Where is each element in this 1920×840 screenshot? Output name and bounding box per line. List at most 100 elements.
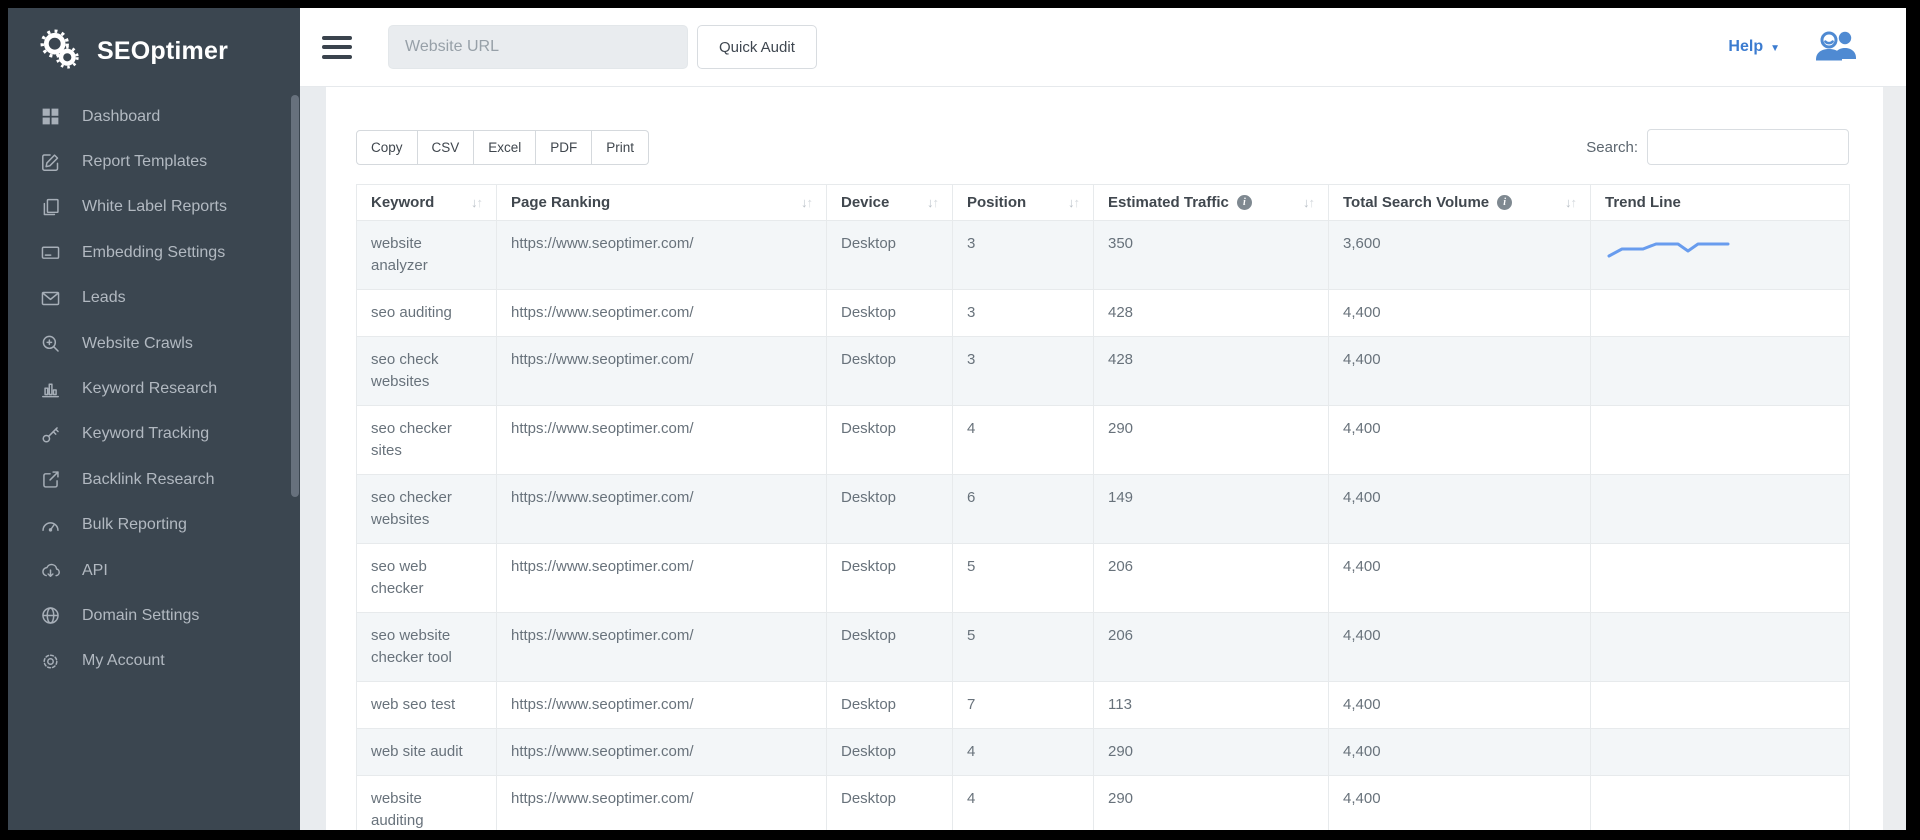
hamburger-menu-icon[interactable] [322, 36, 352, 59]
sort-icon: ↓↑ [1295, 195, 1314, 210]
sidebar-item-domain-settings[interactable]: Domain Settings [8, 593, 300, 638]
sidebar-item-report-templates[interactable]: Report Templates [8, 139, 300, 184]
info-icon[interactable]: i [1497, 195, 1512, 210]
export-print-button[interactable]: Print [592, 130, 649, 165]
gauge-icon [39, 514, 61, 536]
cell-position: 5 [953, 613, 1094, 682]
cell-page: https://www.seoptimer.com/ [497, 475, 827, 544]
cell-page: https://www.seoptimer.com/ [497, 337, 827, 406]
sidebar-item-white-label-reports[interactable]: White Label Reports [8, 185, 300, 230]
column-header-keyword[interactable]: Keyword↓↑ [357, 185, 497, 221]
cell-device: Desktop [827, 221, 953, 290]
sidebar-item-api[interactable]: API [8, 548, 300, 593]
table-row: web site audithttps://www.seoptimer.com/… [357, 729, 1850, 776]
topbar: Quick Audit Help ▼ [300, 8, 1906, 87]
column-header-device[interactable]: Device↓↑ [827, 185, 953, 221]
sidebar-item-label: API [82, 562, 108, 580]
cell-device: Desktop [827, 290, 953, 337]
sidebar-item-my-account[interactable]: My Account [8, 639, 300, 684]
sidebar-item-leads[interactable]: Leads [8, 276, 300, 321]
right-scrollbar-track[interactable] [1883, 87, 1906, 830]
sidebar-item-label: Leads [82, 289, 126, 307]
cell-traffic: 290 [1094, 729, 1329, 776]
column-header-position[interactable]: Position↓↑ [953, 185, 1094, 221]
sidebar-item-embedding-settings[interactable]: Embedding Settings [8, 230, 300, 275]
cell-position: 6 [953, 475, 1094, 544]
sidebar-item-keyword-research[interactable]: Keyword Research [8, 366, 300, 411]
cell-traffic: 113 [1094, 682, 1329, 729]
sidebar-item-label: Keyword Research [82, 380, 217, 398]
column-header-trend-line: Trend Line [1591, 185, 1850, 221]
cell-keyword: web site audit [357, 729, 497, 776]
sidebar-item-bulk-reporting[interactable]: Bulk Reporting [8, 503, 300, 548]
cell-position: 7 [953, 682, 1094, 729]
cell-position: 3 [953, 337, 1094, 406]
cell-keyword: seo checker websites [357, 475, 497, 544]
website-url-input[interactable] [388, 25, 688, 69]
content-area: CopyCSVExcelPDFPrint Search: Keyword↓↑Pa… [300, 87, 1906, 830]
column-label: Position [967, 194, 1026, 211]
copy-icon [39, 196, 61, 218]
sidebar-item-backlink-research[interactable]: Backlink Research [8, 457, 300, 502]
gear-icon [39, 650, 61, 672]
sidebar-item-label: Embedding Settings [82, 244, 225, 262]
column-header-total-search-volume[interactable]: Total Search Volumei↓↑ [1329, 185, 1591, 221]
cell-traffic: 149 [1094, 475, 1329, 544]
cell-device: Desktop [827, 682, 953, 729]
sidebar-item-label: Bulk Reporting [82, 516, 187, 534]
table-row: seo checker websiteshttps://www.seoptime… [357, 475, 1850, 544]
envelope-icon [39, 287, 61, 309]
external-link-icon [39, 469, 61, 491]
export-csv-button[interactable]: CSV [418, 130, 475, 165]
help-menu[interactable]: Help ▼ [1728, 38, 1780, 56]
table-body: website analyzerhttps://www.seoptimer.co… [357, 221, 1850, 831]
column-label: Trend Line [1605, 194, 1681, 211]
cloud-download-icon [39, 560, 61, 582]
help-label: Help [1728, 38, 1763, 56]
search-input[interactable] [1647, 129, 1849, 165]
left-scrollbar-track[interactable] [300, 87, 326, 830]
table-row: seo auditinghttps://www.seoptimer.com/De… [357, 290, 1850, 337]
cell-device: Desktop [827, 544, 953, 613]
quick-audit-button[interactable]: Quick Audit [697, 25, 817, 69]
cell-volume: 4,400 [1329, 544, 1591, 613]
sort-icon: ↓↑ [793, 195, 812, 210]
cell-device: Desktop [827, 337, 953, 406]
cell-position: 3 [953, 290, 1094, 337]
column-header-page-ranking[interactable]: Page Ranking ↓↑ [497, 185, 827, 221]
cell-device: Desktop [827, 776, 953, 831]
search-label: Search: [1586, 139, 1638, 156]
export-copy-button[interactable]: Copy [356, 130, 418, 165]
cell-keyword: website auditing [357, 776, 497, 831]
sidebar-item-dashboard[interactable]: Dashboard [8, 94, 300, 139]
sidebar-scrollbar-thumb[interactable] [291, 95, 299, 497]
table-row: web seo testhttps://www.seoptimer.com/De… [357, 682, 1850, 729]
cell-trend [1591, 613, 1850, 682]
cell-traffic: 290 [1094, 406, 1329, 475]
table-row: seo website checker toolhttps://www.seop… [357, 613, 1850, 682]
sidebar-item-website-crawls[interactable]: Website Crawls [8, 321, 300, 366]
cell-page: https://www.seoptimer.com/ [497, 544, 827, 613]
sidebar-item-keyword-tracking[interactable]: Keyword Tracking [8, 412, 300, 457]
cell-traffic: 206 [1094, 613, 1329, 682]
edit-icon [39, 151, 61, 173]
cell-traffic: 206 [1094, 544, 1329, 613]
account-users-icon[interactable] [1814, 27, 1860, 67]
cell-volume: 4,400 [1329, 337, 1591, 406]
table-header-row: Keyword↓↑Page Ranking↓↑Device↓↑Position↓… [357, 185, 1850, 221]
info-icon[interactable]: i [1237, 195, 1252, 210]
cell-page: https://www.seoptimer.com/ [497, 682, 827, 729]
cell-device: Desktop [827, 406, 953, 475]
export-pdf-button[interactable]: PDF [536, 130, 592, 165]
export-button-group: CopyCSVExcelPDFPrint [356, 130, 649, 165]
trend-sparkline [1605, 236, 1735, 262]
cell-position: 4 [953, 729, 1094, 776]
column-label: Page Ranking [511, 194, 610, 211]
export-excel-button[interactable]: Excel [474, 130, 536, 165]
cell-volume: 4,400 [1329, 613, 1591, 682]
table-row: seo checker siteshttps://www.seoptimer.c… [357, 406, 1850, 475]
cell-volume: 4,400 [1329, 682, 1591, 729]
logo[interactable]: SEOptimer [8, 8, 300, 94]
key-icon [39, 423, 61, 445]
column-header-estimated-traffic[interactable]: Estimated Traffici↓↑ [1094, 185, 1329, 221]
